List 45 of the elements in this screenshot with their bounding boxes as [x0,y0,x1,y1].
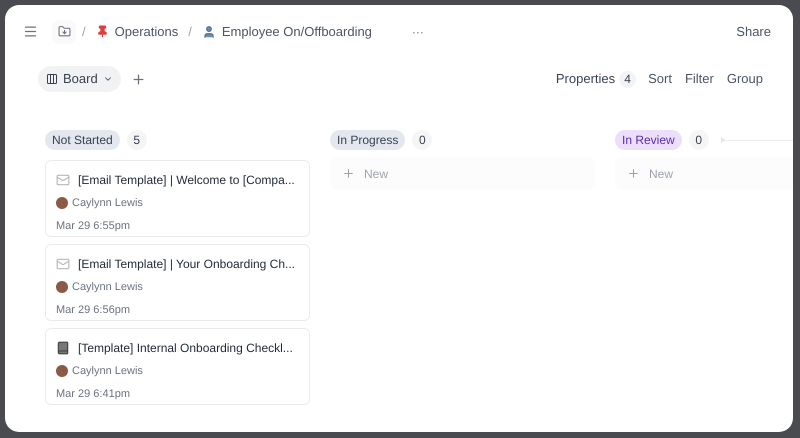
card-date: Mar 29 6:56pm [56,302,131,318]
share-button[interactable]: Share [730,18,777,44]
menu-icon[interactable] [23,24,38,39]
breadcrumb-separator: / [82,22,86,41]
card-date: Mar 29 6:55pm [56,218,131,234]
book-icon [56,341,70,355]
folder-button[interactable] [52,20,76,44]
add-view-icon[interactable] [130,72,146,86]
breadcrumb-separator: / [188,22,192,41]
card-date: Mar 29 6:41pm [56,386,131,402]
filter-button[interactable]: Filter [684,69,714,89]
card-title: [Email Template] | Your Onboarding Ch... [78,256,296,273]
column-count: 5 [126,130,147,150]
card-author: Caylynn Lewis [72,364,143,379]
status-tag: In Review [615,130,682,150]
board-view-button[interactable]: Board [38,66,121,92]
avatar [56,281,68,294]
column-count: 0 [412,130,432,150]
person-icon [202,24,216,38]
avatar [56,365,68,378]
avatar [56,197,68,210]
card-author: Caylynn Lewis [72,280,143,295]
column-count: 0 [688,130,709,150]
board-icon [46,73,58,85]
card-author: Caylynn Lewis [72,196,143,211]
plus-icon [627,167,640,180]
breadcrumb-link[interactable]: Operations [92,18,182,44]
envelope-icon [56,173,70,187]
group-button[interactable]: Group [726,69,763,89]
breadcrumb-link[interactable]: Employee On/Offboarding [198,18,376,44]
task-card[interactable]: [Email Template] | Welcome to [Compa... Caylynn Lewis Mar 29 6:55pm [45,160,310,237]
card-title: [Email Template] | Welcome to [Compa... [78,172,295,189]
status-tag: Not Started [45,130,120,150]
more-button[interactable]: ··· [406,22,430,40]
folder-icon [58,25,70,38]
pin-icon [96,25,109,38]
sort-button[interactable]: Sort [648,69,672,89]
card-title: [Template] Internal Onboarding Checkl... [78,340,293,357]
envelope-icon [56,257,70,271]
properties-count: 4 [619,70,636,88]
plus-icon [342,167,355,180]
task-card[interactable]: [Template] Internal Onboarding Checkl... Caylynn Lewis Mar 29 6:41pm [45,328,310,405]
task-card[interactable]: [Email Template] | Your Onboarding Ch... Caylynn Lewis Mar 29 6:56pm [45,244,310,321]
properties-button[interactable]: Properties 4 [556,69,636,89]
status-tag: In Progress [330,130,406,150]
